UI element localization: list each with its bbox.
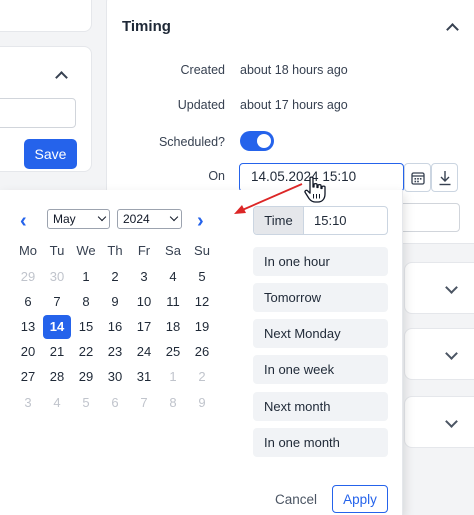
quick-option-in-one-hour[interactable]: In one hour xyxy=(253,247,388,276)
chevron-down-icon xyxy=(97,212,107,222)
apply-button[interactable]: Apply xyxy=(332,485,388,513)
timing-title: Timing xyxy=(122,18,171,35)
calendar-day[interactable]: 1 xyxy=(72,265,100,289)
weekday-label: Su xyxy=(194,243,210,258)
chevron-down-icon[interactable] xyxy=(445,415,458,428)
calendar-day[interactable]: 29 xyxy=(14,265,42,289)
selected-day[interactable]: 14 xyxy=(43,315,71,339)
month-select[interactable]: May xyxy=(47,209,110,229)
weekday-label: We xyxy=(76,243,96,258)
save-button[interactable]: Save xyxy=(24,139,77,169)
calendar-day[interactable]: 7 xyxy=(43,290,71,314)
scheduled-label: Scheduled? xyxy=(158,135,225,149)
calendar-day[interactable]: 13 xyxy=(14,315,42,339)
calendar-button[interactable] xyxy=(404,163,431,192)
left-text-field[interactable] xyxy=(0,98,76,128)
calendar-day[interactable]: 4 xyxy=(43,391,71,415)
calendar-day[interactable]: 7 xyxy=(130,391,158,415)
calendar-day[interactable]: 9 xyxy=(101,290,129,314)
updated-value: about 17 hours ago xyxy=(240,98,348,112)
created-value: about 18 hours ago xyxy=(240,63,348,77)
calendar-day[interactable]: 19 xyxy=(188,315,216,339)
on-label: On xyxy=(208,169,225,183)
calendar-day[interactable]: 20 xyxy=(14,340,42,364)
calendar-day[interactable]: 31 xyxy=(130,365,158,389)
download-icon xyxy=(439,170,450,185)
calendar-day[interactable]: 6 xyxy=(14,290,42,314)
left-top-card xyxy=(0,0,92,32)
quick-option-next-monday[interactable]: Next Monday xyxy=(253,319,388,348)
download-button[interactable] xyxy=(431,163,458,192)
calendar-day[interactable]: 6 xyxy=(101,391,129,415)
collapsed-section[interactable] xyxy=(404,396,474,448)
quick-option-in-one-month[interactable]: In one month xyxy=(253,428,388,457)
collapsed-section[interactable] xyxy=(404,328,474,380)
calendar-day[interactable]: 22 xyxy=(72,340,100,364)
calendar-day[interactable]: 11 xyxy=(159,290,187,314)
month-select-value: May xyxy=(53,212,76,226)
calendar-day[interactable]: 5 xyxy=(188,265,216,289)
quick-option-next-month[interactable]: Next month xyxy=(253,392,388,421)
calendar-day[interactable]: 12 xyxy=(188,290,216,314)
chevron-up-icon[interactable] xyxy=(446,23,459,36)
calendar-day[interactable]: 5 xyxy=(72,391,100,415)
scheduled-toggle[interactable] xyxy=(240,131,274,151)
year-select[interactable]: 2024 xyxy=(117,209,182,229)
calendar-day[interactable]: 15 xyxy=(72,315,100,339)
calendar-day[interactable]: 9 xyxy=(188,391,216,415)
calendar-day[interactable]: 18 xyxy=(159,315,187,339)
calendar-day[interactable]: 27 xyxy=(14,365,42,389)
calendar-day[interactable]: 8 xyxy=(159,391,187,415)
chevron-down-icon[interactable] xyxy=(445,281,458,294)
calendar-day[interactable]: 3 xyxy=(130,265,158,289)
previous-month-arrow[interactable]: ‹ xyxy=(20,211,27,231)
quick-option-tomorrow[interactable]: Tomorrow xyxy=(253,283,388,312)
calendar-day[interactable]: 8 xyxy=(72,290,100,314)
calendar-day[interactable]: 17 xyxy=(130,315,158,339)
calendar-day[interactable]: 2 xyxy=(188,365,216,389)
weekday-label: Th xyxy=(107,243,123,258)
collapsed-section[interactable] xyxy=(404,262,474,314)
calendar-day[interactable]: 2 xyxy=(101,265,129,289)
calendar-day[interactable]: 29 xyxy=(72,365,100,389)
calendar-day[interactable]: 23 xyxy=(101,340,129,364)
calendar-day[interactable]: 21 xyxy=(43,340,71,364)
weekday-label: Tu xyxy=(49,243,65,258)
next-month-arrow[interactable]: › xyxy=(197,211,204,231)
calendar-day[interactable]: 16 xyxy=(101,315,129,339)
calendar-icon xyxy=(410,171,425,185)
annotation-arrow xyxy=(234,183,303,214)
time-value: 15:10 xyxy=(314,213,347,228)
calendar-day[interactable]: 1 xyxy=(159,365,187,389)
calendar-day[interactable]: 24 xyxy=(130,340,158,364)
calendar-day[interactable]: 3 xyxy=(14,391,42,415)
chevron-down-icon xyxy=(169,212,179,222)
calendar-day[interactable]: 26 xyxy=(188,340,216,364)
weekday-label: Sa xyxy=(165,243,181,258)
hand-cursor-icon xyxy=(304,176,326,203)
weekday-label: Mo xyxy=(18,243,38,258)
calendar-day[interactable]: 10 xyxy=(130,290,158,314)
updated-label: Updated xyxy=(177,98,225,112)
chevron-down-icon[interactable] xyxy=(445,347,458,360)
calendar-day[interactable]: 30 xyxy=(101,365,129,389)
calendar-day[interactable]: 30 xyxy=(43,265,71,289)
created-label: Created xyxy=(180,63,225,77)
calendar-day[interactable]: 28 xyxy=(43,365,71,389)
chevron-up-icon[interactable] xyxy=(55,71,68,84)
year-select-value: 2024 xyxy=(123,212,150,226)
calendar-day[interactable]: 25 xyxy=(159,340,187,364)
quick-option-in-one-week[interactable]: In one week xyxy=(253,355,388,384)
cancel-button[interactable]: Cancel xyxy=(270,486,322,512)
weekday-label: Fr xyxy=(137,243,151,258)
calendar-day[interactable]: 4 xyxy=(159,265,187,289)
